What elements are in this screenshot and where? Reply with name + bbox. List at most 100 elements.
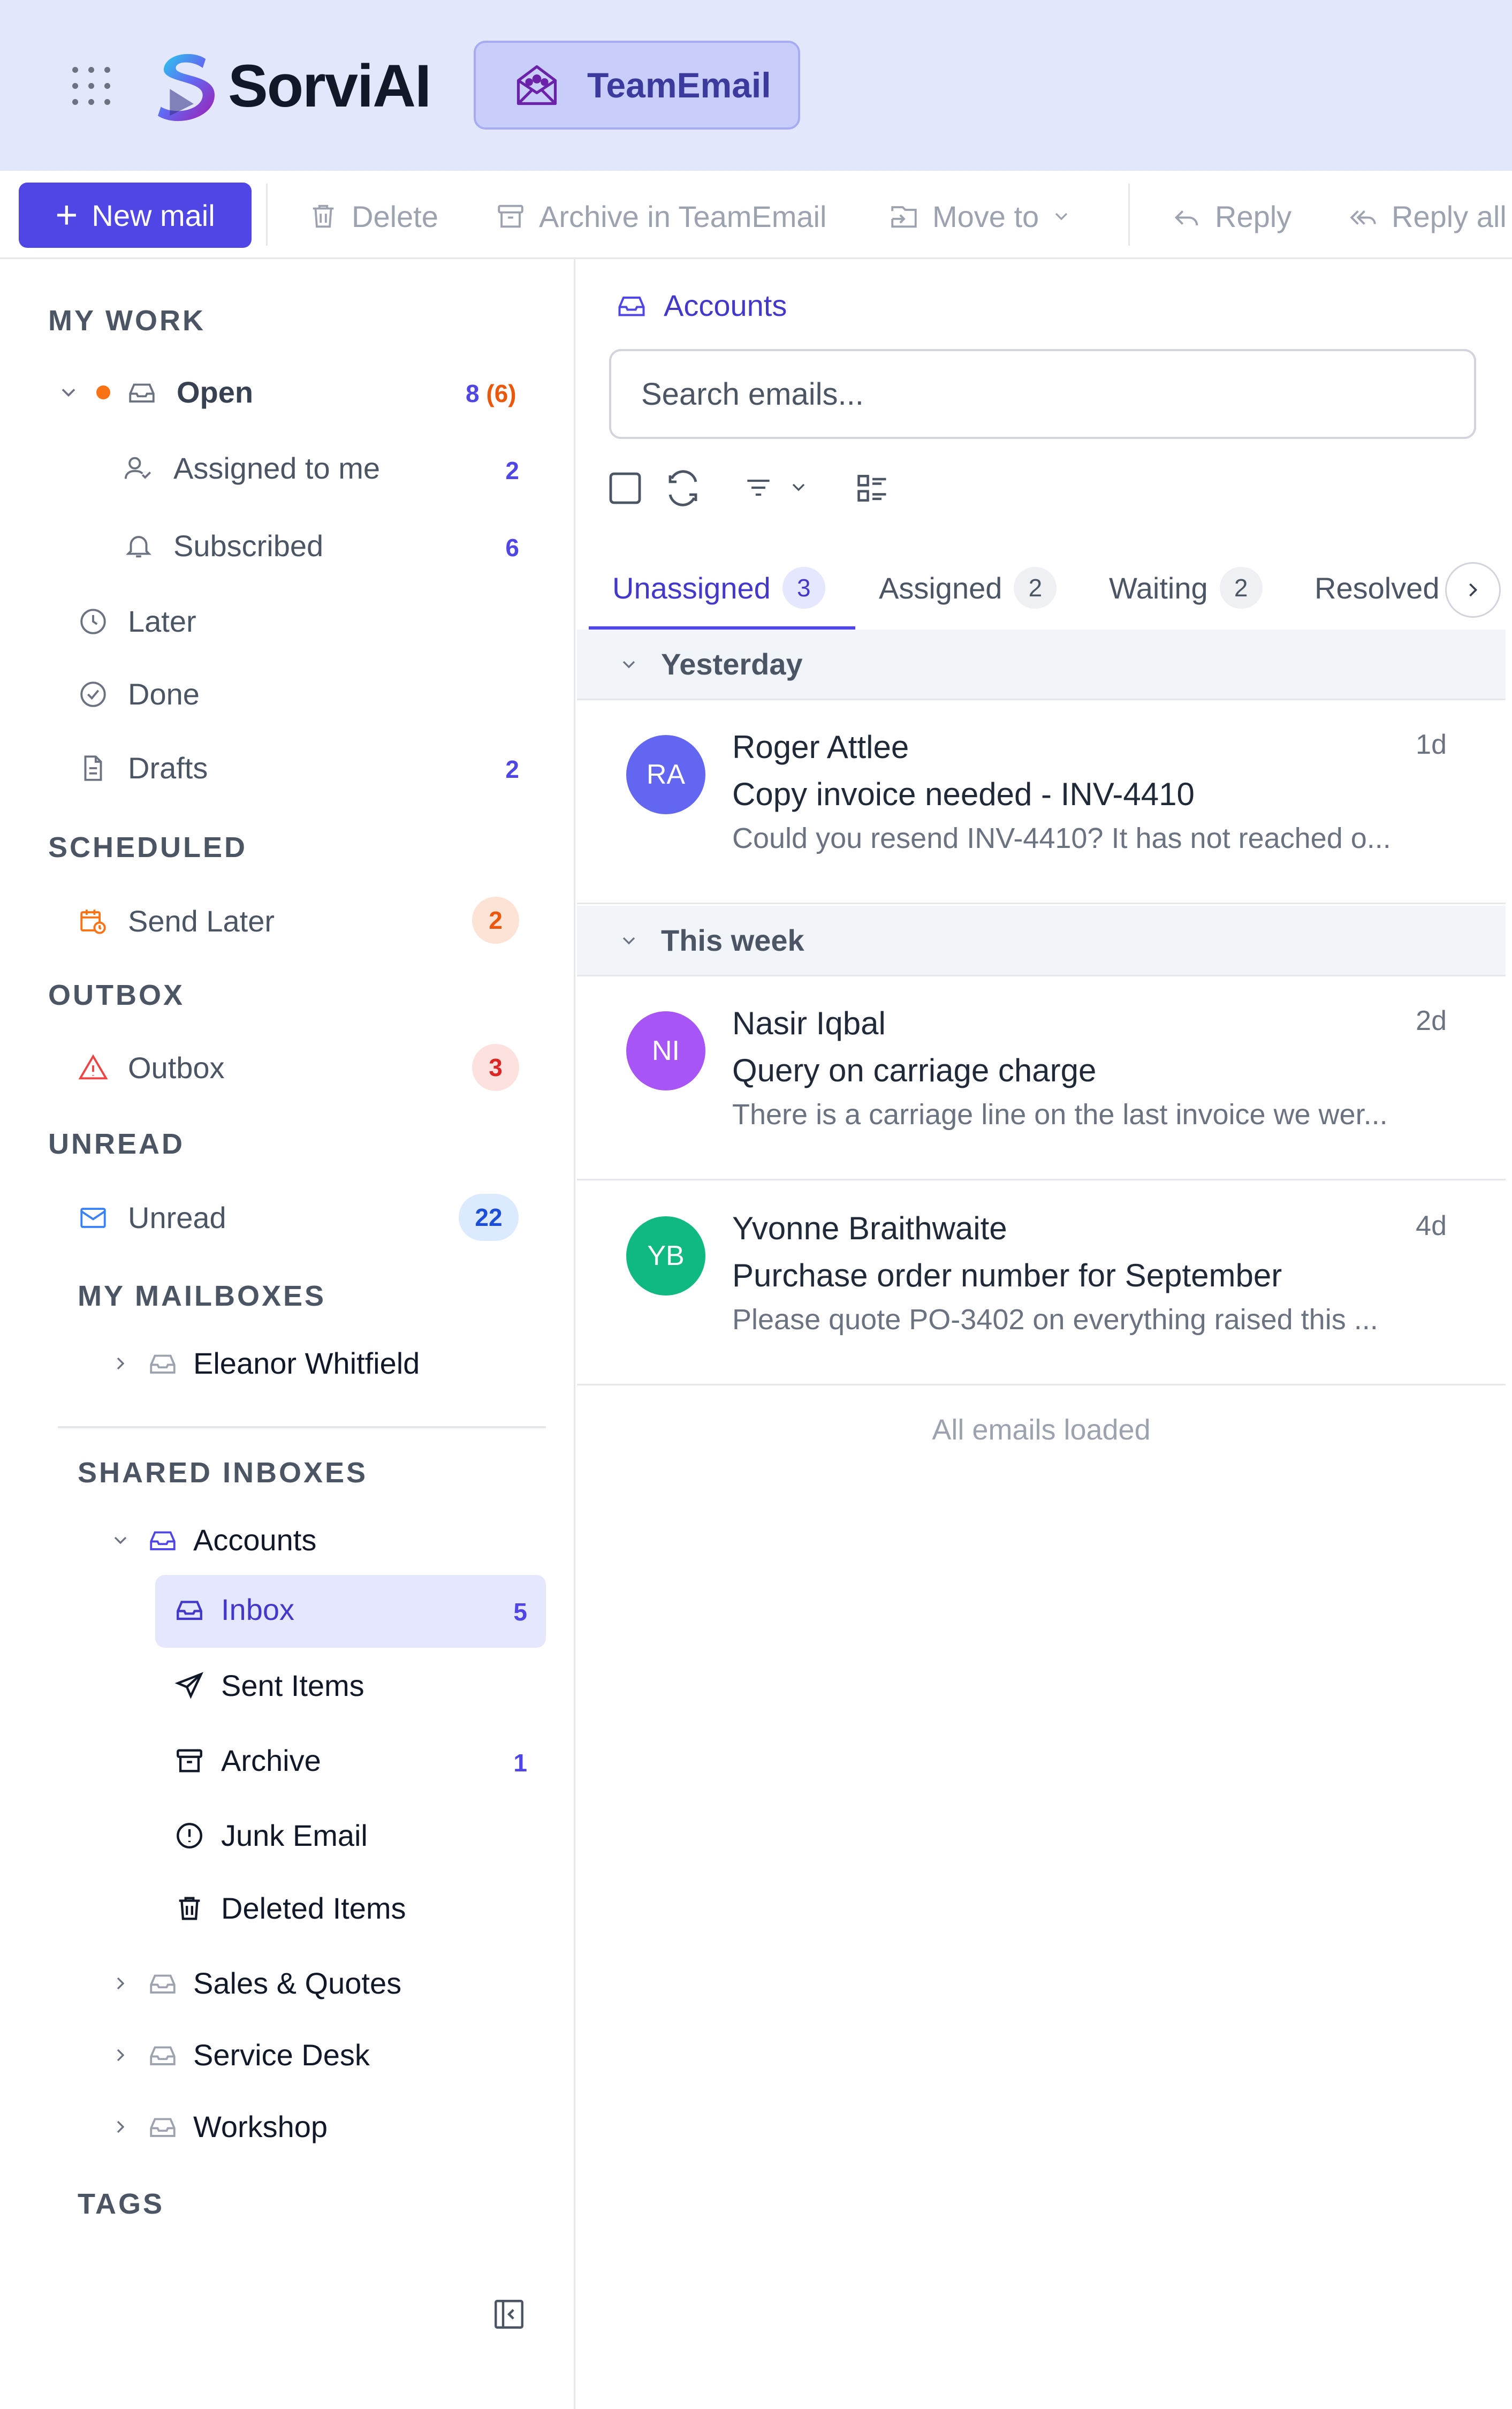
archive-icon: [177, 1748, 202, 1772]
plus-icon: +: [55, 194, 78, 237]
group-header-yesterday[interactable]: Yesterday: [577, 630, 1506, 700]
section-my-work: MY WORK: [48, 305, 206, 337]
chevron-right-icon[interactable]: [110, 2116, 131, 2138]
folder-archive[interactable]: Archive: [174, 1743, 321, 1778]
tab-label: Assigned: [879, 571, 1002, 605]
sidebar-item-label: Later: [128, 604, 196, 638]
archive-button[interactable]: Archive in TeamEmail: [495, 192, 826, 240]
delete-label: Delete: [352, 199, 438, 233]
assigned-count: 2: [505, 457, 519, 484]
chevron-down-icon: [622, 937, 635, 944]
group-label: This week: [661, 923, 804, 957]
sidebar-item-label: Send Later: [128, 904, 275, 938]
chevron-down-icon: [1055, 213, 1068, 221]
section-unread: UNREAD: [48, 1128, 185, 1160]
reply-button[interactable]: Reply: [1171, 192, 1291, 240]
team-email-pill[interactable]: TeamEmail: [474, 41, 800, 130]
email-preview: Please quote PO-3402 on everything raise…: [732, 1304, 1378, 1336]
folder-label: Deleted Items: [221, 1891, 406, 1925]
sidebar-item-drafts[interactable]: Drafts: [78, 751, 208, 785]
email-sender: Nasir Iqbal: [732, 1005, 886, 1041]
chevron-down-icon[interactable]: [57, 381, 80, 404]
chevron-right-icon[interactable]: [110, 1353, 131, 1374]
subscribed-count: 6: [505, 534, 519, 562]
filter-icon[interactable]: [742, 471, 775, 504]
shared-inbox-sales-quotes[interactable]: Sales & Quotes: [110, 1966, 401, 2001]
tab-unassigned[interactable]: Unassigned 3: [612, 561, 825, 615]
new-mail-label: New mail: [92, 198, 215, 232]
tab-label: Resolved: [1315, 571, 1440, 605]
move-to-button[interactable]: Move to: [888, 192, 1072, 240]
shared-inbox-accounts[interactable]: Accounts: [110, 1522, 316, 1557]
inbox-icon: [150, 2118, 176, 2137]
mailbox-label: Eleanor Whitfield: [193, 1346, 420, 1380]
chevron-right-icon[interactable]: [110, 2044, 131, 2066]
sidebar-item-later[interactable]: Later: [78, 604, 196, 639]
reply-label: Reply: [1215, 199, 1292, 233]
collapse-sidebar-icon[interactable]: [491, 2297, 527, 2332]
outbox-badge: 3: [472, 1044, 519, 1091]
folder-deleted-items[interactable]: Deleted Items: [174, 1891, 406, 1926]
shared-inbox-service-desk[interactable]: Service Desk: [110, 2037, 370, 2072]
email-row[interactable]: YB Yvonne Braithwaite 4d Purchase order …: [577, 1182, 1506, 1385]
mailbox-label: Workshop: [193, 2110, 328, 2143]
sidebar-item-label: Subscribed: [173, 529, 324, 563]
tabs-scroll-right-button[interactable]: [1445, 562, 1501, 618]
tab-count: 3: [782, 567, 825, 609]
sidebar-item-open[interactable]: Open: [57, 375, 253, 410]
search-input[interactable]: [641, 351, 1444, 437]
apps-grid-icon[interactable]: [70, 64, 112, 107]
sidebar-item-unread[interactable]: Unread: [78, 1200, 226, 1235]
tab-waiting[interactable]: Waiting 2: [1109, 561, 1263, 615]
user-check-icon: [124, 457, 151, 479]
avatar: RA: [626, 735, 705, 814]
reply-all-icon: [1350, 210, 1376, 225]
folder-sent-items[interactable]: Sent Items: [174, 1668, 364, 1703]
new-mail-button[interactable]: + New mail: [19, 183, 252, 248]
move-to-label: Move to: [932, 199, 1039, 233]
group-header-this-week[interactable]: This week: [577, 906, 1506, 976]
chevron-down-icon: [622, 661, 635, 668]
shared-inbox-workshop[interactable]: Workshop: [110, 2109, 328, 2144]
email-row[interactable]: RA Roger Attlee 1d Copy invoice needed -…: [577, 701, 1506, 904]
view-icon[interactable]: [854, 470, 891, 506]
sidebar-item-label: Assigned to me: [173, 451, 380, 485]
tab-assigned[interactable]: Assigned 2: [879, 561, 1057, 615]
email-row[interactable]: NI Nasir Iqbal 2d Query on carriage char…: [577, 977, 1506, 1180]
chevron-right-icon: [1469, 583, 1478, 597]
toolbar: + New mail Delete Archive in TeamEmail M…: [0, 171, 1512, 259]
refresh-icon[interactable]: [664, 469, 702, 507]
chevron-down-icon[interactable]: [110, 1529, 131, 1551]
tab-resolved[interactable]: Resolved: [1315, 561, 1439, 615]
delete-button[interactable]: Delete: [308, 192, 438, 240]
sidebar-item-outbox[interactable]: Outbox: [78, 1050, 225, 1085]
inbox-icon: [150, 1531, 176, 1550]
send-icon: [174, 1671, 204, 1699]
chevron-right-icon[interactable]: [110, 1973, 131, 1994]
breadcrumb[interactable]: Accounts: [616, 288, 787, 323]
email-time: 1d: [1416, 729, 1447, 760]
breadcrumb-label: Accounts: [664, 289, 787, 322]
group-label: Yesterday: [661, 647, 803, 681]
email-sender: Roger Attlee: [732, 729, 909, 765]
folder-inbox[interactable]: Inbox: [174, 1592, 294, 1627]
toolbar-divider: [1128, 184, 1130, 246]
archive-label: Archive in TeamEmail: [539, 199, 827, 233]
sidebar-item-assigned-to-me[interactable]: Assigned to me: [123, 451, 380, 486]
sidebar-item-send-later[interactable]: Send Later: [78, 904, 275, 938]
inbox-icon: [618, 296, 645, 316]
chevron-down-icon[interactable]: [788, 476, 809, 498]
inbox-icon: [150, 1354, 176, 1374]
drafts-count: 2: [505, 755, 519, 783]
sidebar-item-subscribed[interactable]: Subscribed: [123, 528, 323, 563]
sidebar-item-done[interactable]: Done: [78, 677, 200, 711]
list-footer-status: All emails loaded: [932, 1414, 1151, 1446]
folder-label: Archive: [221, 1744, 321, 1777]
folder-junk-email[interactable]: Junk Email: [174, 1818, 368, 1853]
select-all-checkbox-icon[interactable]: [606, 469, 644, 507]
clock-icon: [80, 608, 106, 634]
mailbox-eleanor-whitfield[interactable]: Eleanor Whitfield: [110, 1346, 420, 1381]
reply-all-button[interactable]: Reply all: [1348, 192, 1507, 240]
inbox-icon: [177, 1600, 202, 1620]
team-email-label: TeamEmail: [587, 65, 771, 105]
